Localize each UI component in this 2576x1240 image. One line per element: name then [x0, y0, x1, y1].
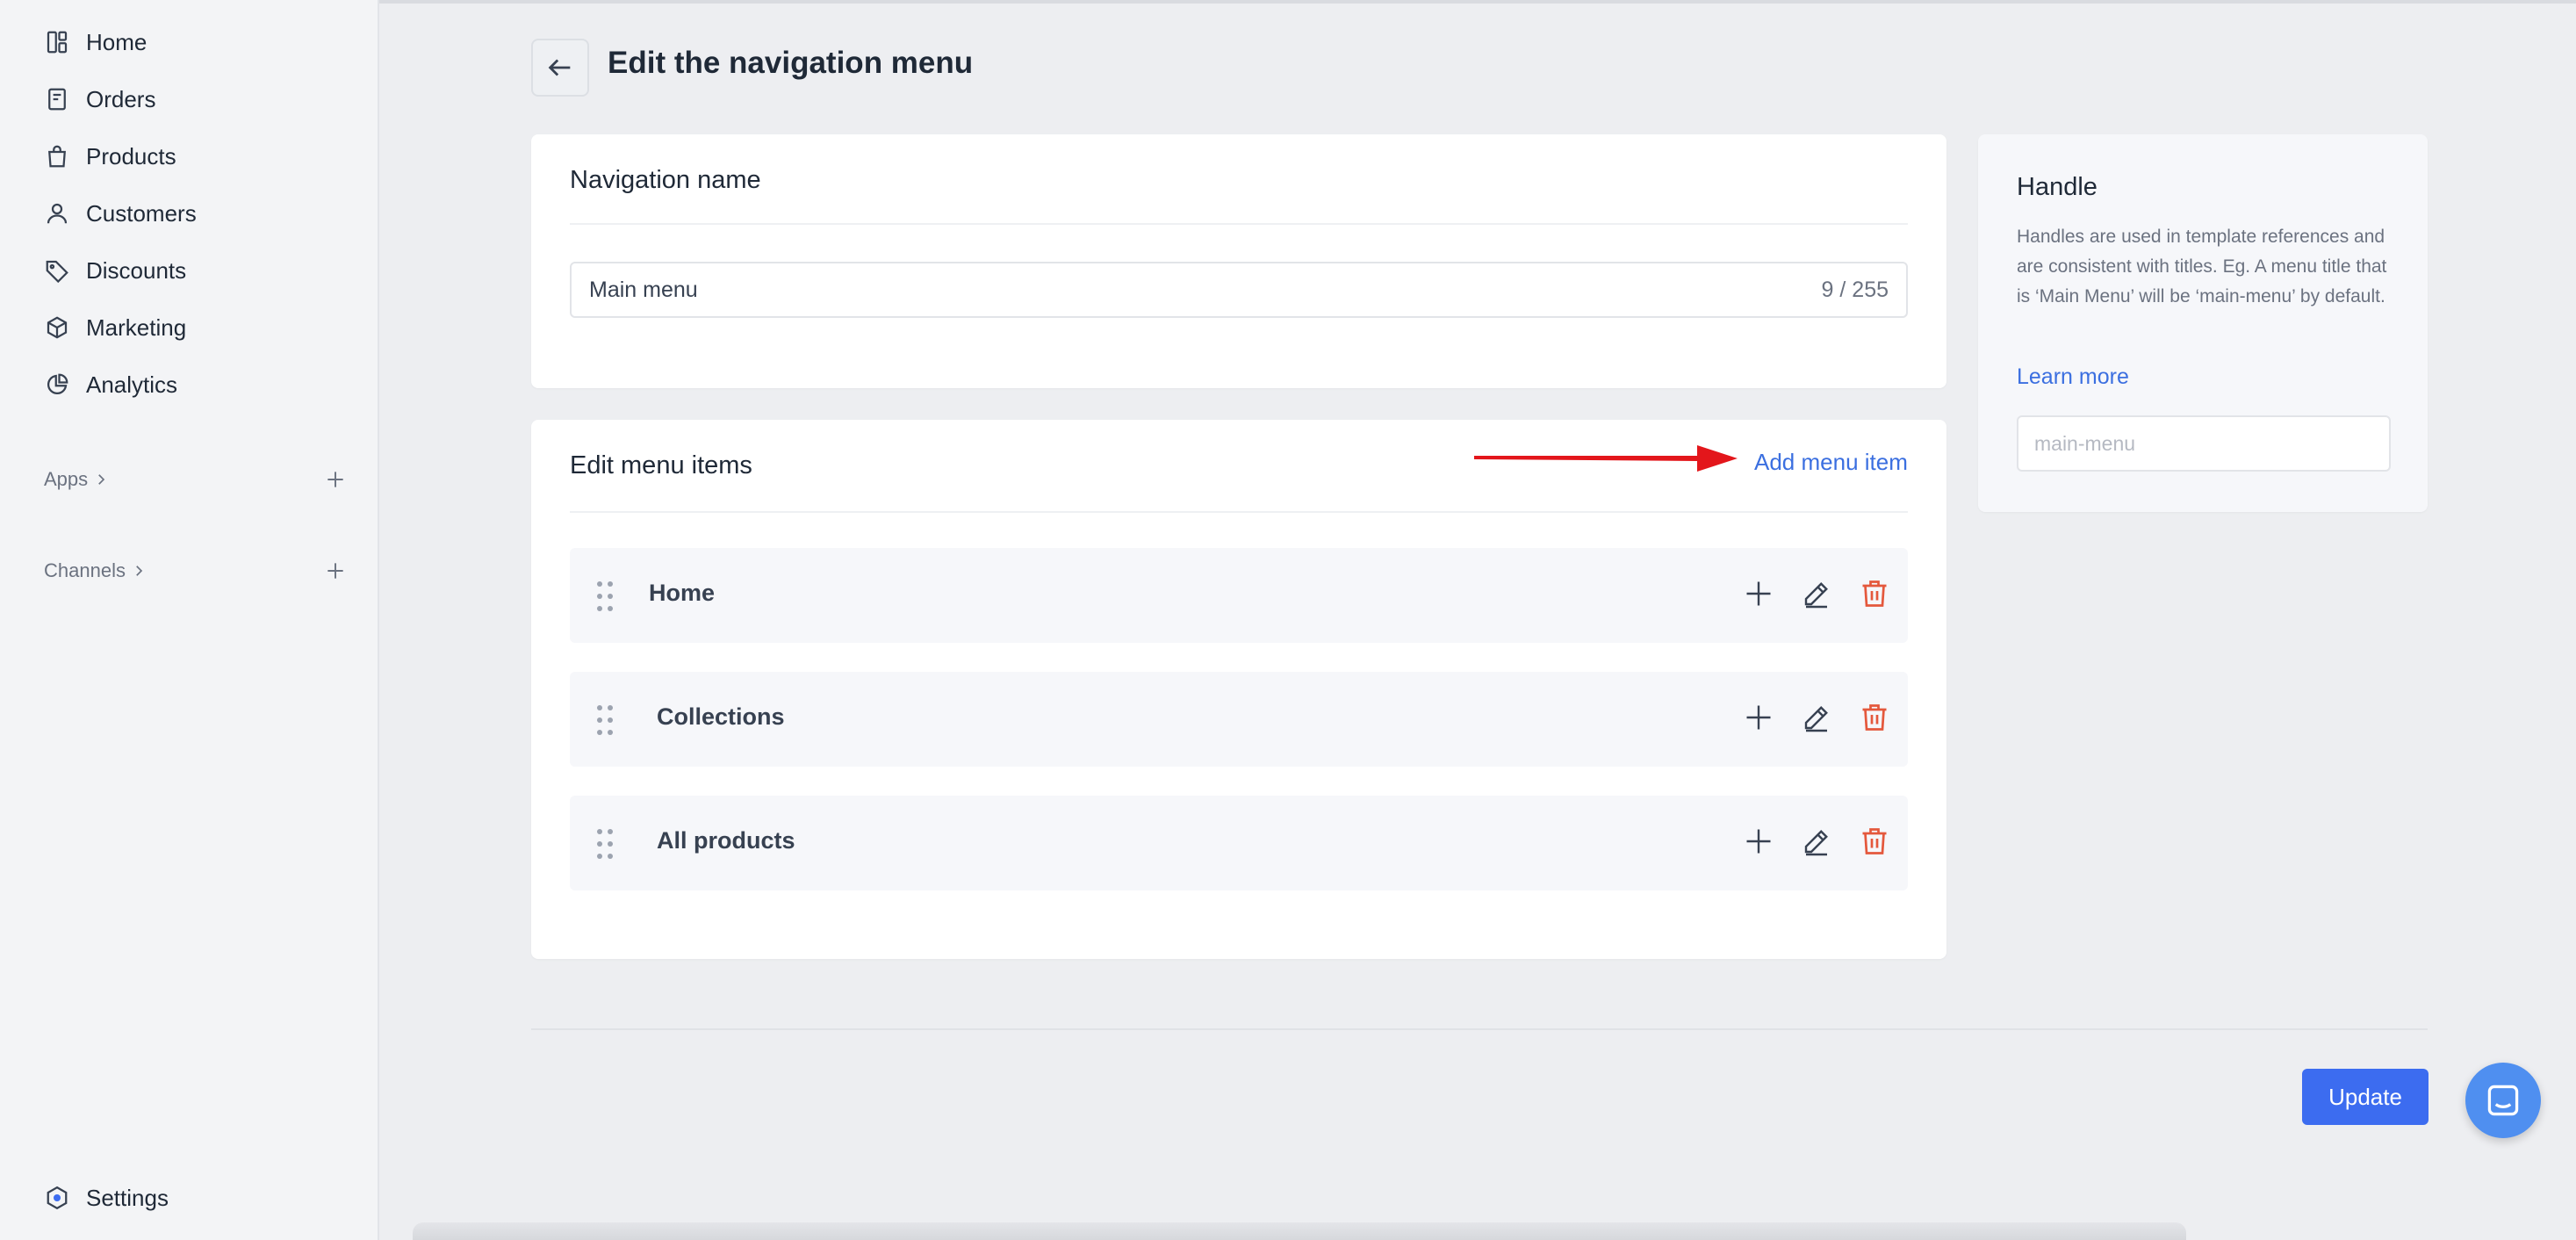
plus-icon[interactable] — [1743, 578, 1774, 609]
bag-icon — [48, 145, 66, 168]
trash-icon[interactable] — [1859, 702, 1890, 733]
plus-icon[interactable] — [1743, 702, 1774, 733]
plus-icon[interactable] — [1743, 825, 1774, 857]
navigation-name-card: Navigation name Main menu 9 / 255 — [531, 134, 1946, 388]
pencil-icon[interactable] — [1801, 825, 1832, 857]
row-actions — [1743, 702, 1890, 733]
sidebar-item-customers[interactable]: Customers — [44, 192, 197, 234]
sidebar-item-label: Customers — [86, 199, 197, 227]
row-actions — [1743, 578, 1890, 609]
sidebar-item-analytics[interactable]: Analytics — [44, 364, 177, 406]
back-button[interactable] — [531, 39, 589, 97]
sidebar-item-label: Discounts — [86, 256, 187, 284]
divider — [570, 223, 1908, 225]
handle-input[interactable] — [2017, 415, 2391, 472]
menu-item-row[interactable]: Collections — [570, 672, 1908, 767]
sidebar-item-products[interactable]: Products — [44, 135, 176, 177]
bottom-panel-edge — [413, 1222, 2186, 1240]
character-counter: 9 / 255 — [1821, 277, 1889, 302]
row-actions — [1743, 825, 1890, 857]
user-icon — [47, 203, 68, 224]
handle-title: Handle — [2017, 173, 2097, 201]
sidebar-item-discounts[interactable]: Discounts — [44, 249, 186, 292]
navigation-name-title: Navigation name — [570, 166, 761, 194]
add-channel-icon[interactable] — [324, 559, 347, 582]
handle-card: Handle Handles are used in template refe… — [1978, 134, 2428, 512]
arrow-left-icon — [548, 59, 571, 76]
pencil-icon[interactable] — [1801, 578, 1832, 609]
footer-divider — [531, 1028, 2428, 1030]
menu-item-label: All products — [657, 827, 795, 854]
menu-item-label: Home — [649, 580, 716, 606]
add-app-icon[interactable] — [324, 468, 347, 491]
add-menu-item-link[interactable]: Add menu item — [1754, 449, 1908, 476]
sidebar-item-label: Home — [86, 28, 148, 55]
channels-toggle[interactable]: Channels — [44, 559, 147, 582]
menu-items-card: Edit menu items Add menu item Home Colle… — [531, 420, 1946, 959]
chat-launcher-button[interactable] — [2465, 1063, 2541, 1138]
orders-icon — [48, 88, 66, 111]
sidebar-item-label: Products — [86, 142, 176, 169]
navigation-name-value: Main menu — [589, 277, 698, 302]
sidebar-item-home[interactable]: Home — [44, 21, 147, 63]
menu-item-row[interactable]: All products — [570, 796, 1908, 890]
drag-handle-icon[interactable] — [594, 703, 615, 737]
channels-label: Channels — [44, 559, 126, 581]
pie-chart-icon — [47, 373, 68, 394]
sidebar-item-label: Orders — [86, 85, 156, 112]
sidebar: Home Orders Products Customers Discounts… — [0, 0, 379, 1240]
menu-item-label: Collections — [657, 703, 785, 730]
apps-toggle[interactable]: Apps — [44, 468, 109, 491]
chat-icon — [2487, 1085, 2519, 1116]
chevron-right-icon — [98, 474, 105, 485]
page-title: Edit the navigation menu — [608, 46, 974, 80]
menu-items-title: Edit menu items — [570, 451, 752, 479]
chevron-right-icon — [136, 566, 143, 576]
update-button[interactable]: Update — [2302, 1069, 2428, 1125]
sidebar-item-settings[interactable]: Settings — [44, 1177, 169, 1219]
cube-icon — [47, 316, 68, 339]
menu-item-row[interactable]: Home — [570, 548, 1908, 643]
channels-section: Channels — [44, 553, 347, 588]
settings-icon — [47, 1186, 68, 1210]
learn-more-link[interactable]: Learn more — [2017, 364, 2129, 390]
sidebar-item-label: Settings — [86, 1184, 169, 1211]
annotation-arrow-icon — [1474, 445, 1738, 472]
sidebar-item-label: Marketing — [86, 314, 187, 341]
navigation-name-input[interactable]: Main menu 9 / 255 — [570, 262, 1908, 318]
apps-label: Apps — [44, 468, 89, 490]
apps-section: Apps — [44, 462, 347, 497]
handle-description: Handles are used in template references … — [2017, 227, 2387, 306]
drag-handle-icon[interactable] — [594, 580, 615, 613]
trash-icon[interactable] — [1859, 825, 1890, 857]
trash-icon[interactable] — [1859, 578, 1890, 609]
tag-icon — [46, 260, 68, 284]
sidebar-item-label: Analytics — [86, 371, 178, 398]
divider — [570, 511, 1908, 513]
drag-handle-icon[interactable] — [594, 827, 615, 861]
sidebar-item-orders[interactable]: Orders — [44, 78, 155, 120]
dashboard-icon — [47, 31, 68, 54]
pencil-icon[interactable] — [1801, 702, 1832, 733]
window-top-border — [0, 0, 2576, 4]
sidebar-item-marketing[interactable]: Marketing — [44, 306, 186, 349]
